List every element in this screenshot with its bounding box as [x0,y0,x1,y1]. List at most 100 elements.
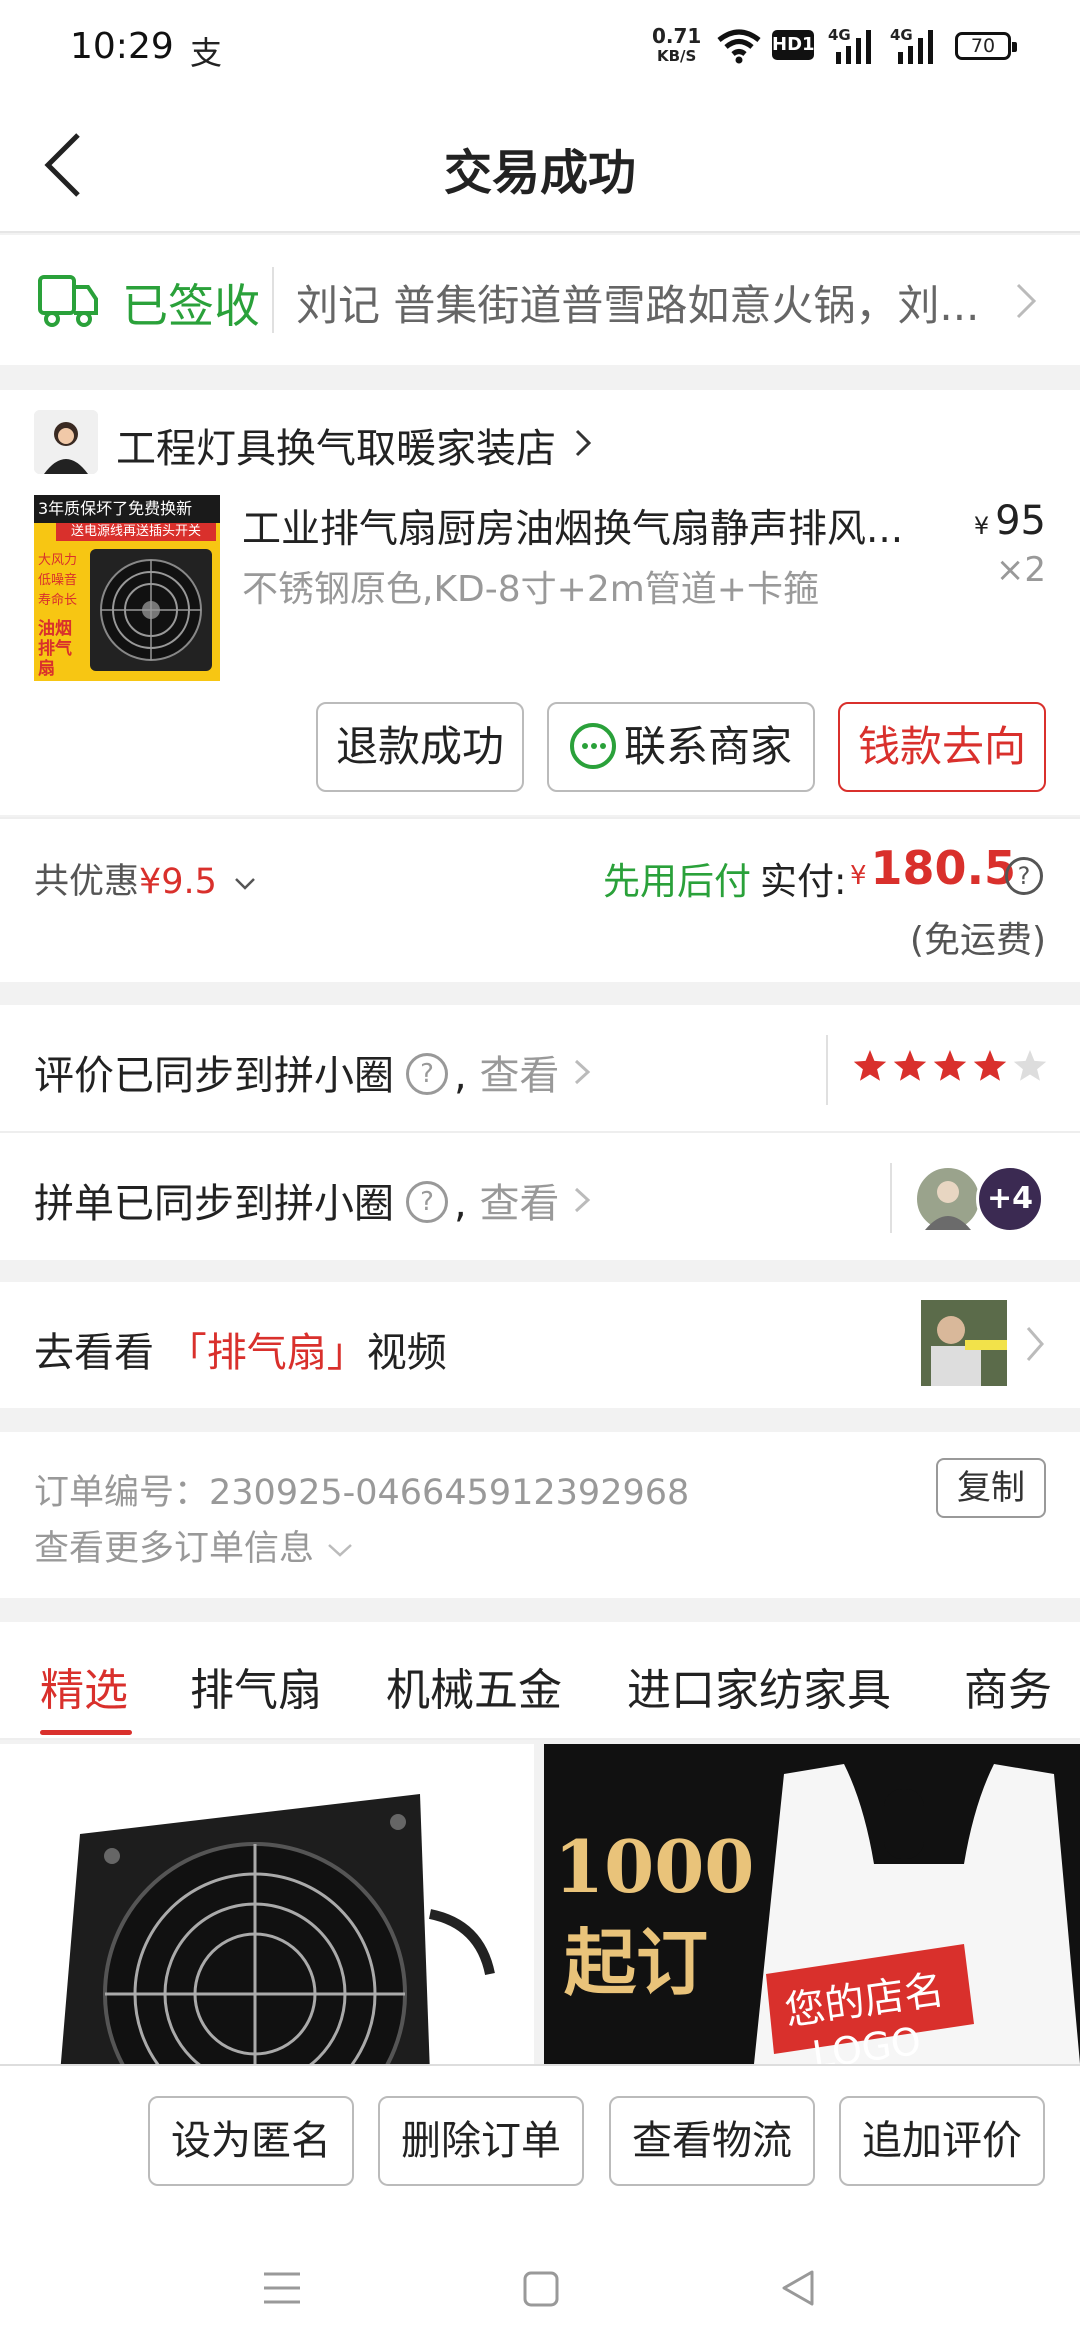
currency-symbol: ¥ [850,861,867,891]
chevron-right-icon [575,429,592,457]
fan-product-image [0,1744,534,2064]
more-order-info[interactable]: 查看更多订单信息 [34,1520,355,1571]
product-price: ¥95 [974,498,1046,544]
set-anonymous-button[interactable]: 设为匿名 [148,2096,354,2186]
product-spec: 不锈钢原色,KD-8寸+2m管道+卡箍 [242,569,819,610]
pay-later-label: 先用后付 [603,860,751,903]
review-sync-label: 评价已同步到拼小圈 [34,1053,394,1099]
price-value: 95 [995,498,1046,544]
paid-amount-value: 180.5 [870,841,1017,895]
star-icon [1013,1050,1047,1081]
fan-icon [90,549,212,671]
view-logistics-button[interactable]: 查看物流 [609,2096,815,2186]
copy-button[interactable]: 复制 [936,1458,1046,1518]
tab-hardware[interactable]: 机械五金 [386,1654,562,1718]
divider [826,1035,828,1105]
nav-bar: 交易成功 [0,95,1080,233]
video-thumbnail[interactable] [921,1300,1007,1386]
chevron-right-icon [1016,283,1037,319]
product-title[interactable]: 工业排气扇厨房油烟换气扇静声排风... [242,498,922,554]
video-suffix: 视频 [366,1330,447,1376]
product-image[interactable]: 3年质保坏了免费换新 送电源线再送插头开关 大风力 低噪音 寿命长 油烟排气扇 [34,495,220,681]
product-image-label: 油烟排气扇 [38,619,72,679]
feed-item-bag[interactable]: 1000 起订 您的店名 LOGO [544,1744,1080,2064]
related-video-row[interactable]: 去看看 「排气扇」视频 [0,1282,1080,1408]
person-avatar-icon [925,1181,971,1230]
home-icon[interactable] [522,2270,560,2308]
chat-bubble-icon [569,722,616,769]
video-keyword: 「排气扇」 [166,1330,367,1376]
discount-info[interactable]: 共优惠¥9.5 [34,853,258,904]
network-speed: 0.71 KB/S [652,26,701,66]
back-icon[interactable] [778,2268,818,2308]
network-speed-value: 0.71 [652,24,702,48]
truck-icon [38,275,98,327]
tab-indicator [40,1730,132,1735]
money-flow-button[interactable]: 钱款去向 [838,702,1046,792]
help-icon[interactable]: ? [406,1181,448,1223]
tab-imported-home[interactable]: 进口家纺家具 [627,1654,891,1718]
delivery-status-row[interactable]: 已签收 刘记 普集街道普雪路如意火锅，刘... [0,235,1080,365]
group-sync-label: 拼单已同步到拼小圈 [34,1181,394,1227]
group-sync-text: 拼单已同步到拼小圈?, 查看 [34,1171,592,1229]
view-link[interactable]: 查看 [479,1181,559,1227]
signal-icon-1: 4G [828,26,878,70]
help-icon[interactable]: ? [1005,857,1043,895]
add-review-button[interactable]: 追加评价 [839,2096,1045,2186]
star-icon [973,1050,1007,1081]
contact-merchant-label: 联系商家 [623,722,792,771]
hd-volte-icon: HD1 [772,30,815,60]
page-title: 交易成功 [443,145,636,201]
store-name[interactable]: 工程灯具换气取暖家装店 [116,416,556,474]
comma: , [454,1053,467,1099]
star-icon [853,1050,887,1081]
ad-quantity: 1000 [554,1824,755,1909]
help-icon[interactable]: ? [406,1053,448,1095]
feed-item-fan[interactable] [0,1744,534,2064]
recommend-tabs: 精选 排气扇 机械五金 进口家纺家具 商务 [0,1622,1080,1740]
tab-exhaust-fan[interactable]: 排气扇 [190,1654,322,1718]
status-bar: 10:29 支 0.71 KB/S HD1 4G 4G 70 [0,0,1080,95]
review-sync-row[interactable]: 评价已同步到拼小圈?, 查看 [0,1005,1080,1133]
chevron-right-icon [575,1059,591,1085]
divider [272,267,274,333]
order-item-card: 工程灯具换气取暖家装店 3年质保坏了免费换新 送电源线再送插头开关 大风力 低噪… [0,390,1080,815]
video-thumbnail-image [921,1300,1007,1386]
view-link[interactable]: 查看 [479,1053,559,1099]
feature-1: 大风力 [38,553,78,568]
delete-order-button[interactable]: 删除订单 [378,2096,584,2186]
network-speed-unit: KB/S [657,47,697,65]
wifi-icon [717,29,761,64]
product-image-banner: 3年质保坏了免费换新 [34,495,220,523]
star-icon [893,1050,927,1081]
tab-business[interactable]: 商务 [964,1654,1052,1718]
order-number-value: 230925-046645912392968 [209,1473,690,1513]
social-sync-section: 评价已同步到拼小圈?, 查看 拼单已同步到拼小圈?, 查看 +4 [0,1005,1080,1260]
product-image-features: 大风力 低噪音 寿命长 [38,551,77,611]
group-sync-row[interactable]: 拼单已同步到拼小圈?, 查看 +4 [0,1133,1080,1261]
alipay-icon: 支 [190,34,223,72]
payment-summary: 共优惠¥9.5 先用后付 实付: ¥180.5 ? (免运费) [0,817,1080,982]
chevron-right-icon [575,1187,591,1213]
paid-amount: ¥180.5 [850,841,1016,895]
chevron-down-icon [328,1544,352,1557]
star-rating-icon [853,1050,1047,1081]
order-number: 订单编号：230925-046645912392968 [34,1464,689,1515]
more-order-info-label: 查看更多订单信息 [34,1529,315,1569]
ad-min-order: 起订 [564,1921,709,2005]
product-quantity: ×2 [995,550,1046,590]
signal-label-2: 4G [890,26,913,44]
store-avatar[interactable] [34,410,98,474]
contact-merchant-button[interactable]: 联系商家 [547,702,815,792]
delivery-address: 刘记 普集街道普雪路如意火锅，刘... [296,281,980,330]
order-info: 订单编号：230925-046645912392968 复制 查看更多订单信息 [0,1432,1080,1598]
menu-icon[interactable] [262,2270,302,2306]
refund-success-button[interactable]: 退款成功 [316,702,524,792]
rating-stars [850,1047,1050,1091]
bottom-action-bar: 设为匿名 删除订单 查看物流 追加评价 [0,2064,1080,2224]
comma: , [454,1181,467,1227]
chevron-down-icon [235,878,255,890]
feature-2: 低噪音 [38,573,78,588]
paid-label: 实付: [760,860,847,903]
tab-featured[interactable]: 精选 [40,1654,128,1718]
